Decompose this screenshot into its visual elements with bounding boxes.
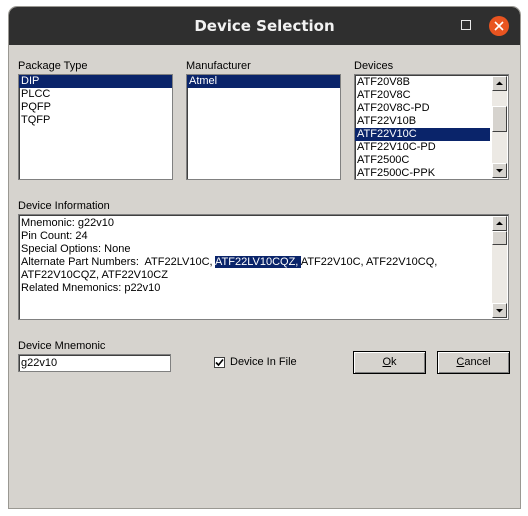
ok-mnemonic: O: [382, 356, 392, 368]
list-item[interactable]: DIP: [19, 75, 172, 88]
package-type-list[interactable]: DIP PLCC PQFP TQFP: [18, 74, 173, 180]
pin-count-line: Pin Count: 24: [21, 230, 88, 242]
list-item[interactable]: ATF22V10C-PD: [355, 141, 490, 154]
list-item[interactable]: TQFP: [19, 114, 172, 127]
scroll-down-button[interactable]: [492, 303, 507, 318]
list-item[interactable]: ATF22V10B: [355, 115, 490, 128]
scroll-up-button[interactable]: [492, 216, 507, 231]
mnemonic-line: Mnemonic: g22v10: [21, 217, 114, 229]
list-item[interactable]: ATF20V8C: [355, 89, 490, 102]
list-item[interactable]: ATF20V8B: [355, 76, 490, 89]
list-item[interactable]: PQFP: [19, 101, 172, 114]
devices-label: Devices: [354, 60, 394, 72]
info-scrollbar[interactable]: [492, 216, 507, 318]
arrow-down-icon: [496, 169, 503, 173]
arrow-down-icon: [496, 309, 503, 313]
list-item[interactable]: Atmel: [187, 75, 340, 88]
device-mnemonic-label: Device Mnemonic: [18, 340, 106, 352]
devices-scrollbar[interactable]: [492, 76, 507, 178]
special-options-line: Special Options: None: [21, 243, 131, 255]
list-item[interactable]: ATF2500C: [355, 154, 490, 167]
device-information-label: Device Information: [18, 200, 110, 212]
maximize-icon[interactable]: [461, 20, 471, 30]
device-in-file-checkbox[interactable]: [214, 357, 225, 368]
manufacturer-list[interactable]: Atmel: [186, 74, 341, 180]
window-title: Device Selection: [194, 17, 335, 35]
ok-label: k: [391, 356, 397, 368]
checkmark-icon: [215, 358, 224, 367]
device-in-file-label: Device In File: [230, 356, 297, 368]
devices-list[interactable]: ATF20V8B ATF20V8C ATF20V8C-PD ATF22V10B …: [354, 74, 509, 180]
arrow-up-icon: [496, 221, 503, 225]
alternate-parts-line: Alternate Part Numbers: ATF22LV10C, ATF2…: [19, 256, 489, 269]
cancel-label: ancel: [464, 356, 491, 368]
scroll-thumb[interactable]: [492, 231, 507, 245]
alternate-parts-text: Alternate Part Numbers: ATF22LV10C,: [21, 256, 216, 268]
list-item[interactable]: ATF2500C-PPK: [355, 167, 490, 179]
device-selection-dialog: Device Selection Package Type DIP PLCC P…: [9, 7, 520, 508]
list-item[interactable]: ATF22V10C: [355, 128, 490, 141]
arrow-up-icon: [496, 81, 503, 85]
list-item[interactable]: ATF20V8C-PD: [355, 102, 490, 115]
list-item[interactable]: PLCC: [19, 88, 172, 101]
package-type-label: Package Type: [18, 60, 88, 72]
scroll-up-button[interactable]: [492, 76, 507, 91]
scroll-thumb[interactable]: [492, 106, 507, 132]
device-mnemonic-input[interactable]: g22v10: [18, 354, 171, 372]
device-information-text[interactable]: Mnemonic: g22v10 Pin Count: 24 Special O…: [18, 214, 509, 320]
close-button[interactable]: [489, 16, 509, 36]
alternate-parts-line-2: ATF22V10CQZ, ATF22V10CZ: [21, 269, 168, 281]
title-bar[interactable]: Device Selection: [9, 7, 520, 45]
cancel-button[interactable]: Cancel: [437, 351, 510, 374]
manufacturer-label: Manufacturer: [186, 60, 251, 72]
ok-button[interactable]: Ok: [353, 351, 426, 374]
related-mnemonics-line: Related Mnemonics: p22v10: [21, 282, 161, 294]
close-icon: [494, 21, 504, 31]
selected-text: ATF22LV10CQZ,: [215, 256, 301, 268]
scroll-down-button[interactable]: [492, 163, 507, 178]
alternate-parts-text-rest: ATF22V10C, ATF22V10CQ,: [300, 256, 438, 268]
